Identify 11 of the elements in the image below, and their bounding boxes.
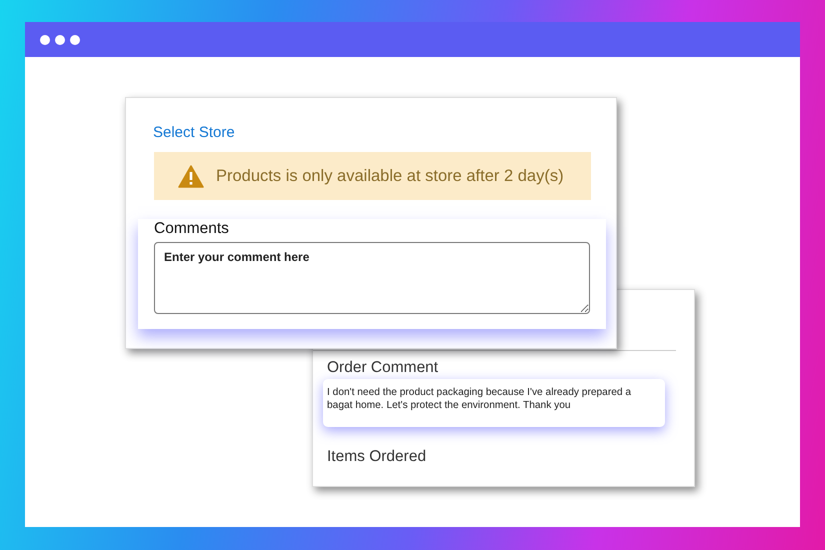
order-comment-text: I don't need the product packaging because I've already prepared a bagat home. Let's protect the environment. Thank you	[323, 379, 665, 427]
order-comment-heading: Order Comment	[327, 358, 438, 378]
comments-label: Comments	[154, 219, 230, 239]
window-dot-icon	[70, 34, 80, 44]
window-dot-icon	[40, 34, 50, 44]
window-dot-icon	[55, 34, 65, 44]
warning-text: Products is only available at store after 2 day(s)	[216, 166, 564, 187]
warning-icon	[178, 164, 204, 188]
select-store-title: Select Store	[153, 123, 235, 143]
comment-field[interactable]: Enter your comment here	[154, 242, 590, 314]
items-ordered-heading: Items Ordered	[327, 447, 426, 467]
